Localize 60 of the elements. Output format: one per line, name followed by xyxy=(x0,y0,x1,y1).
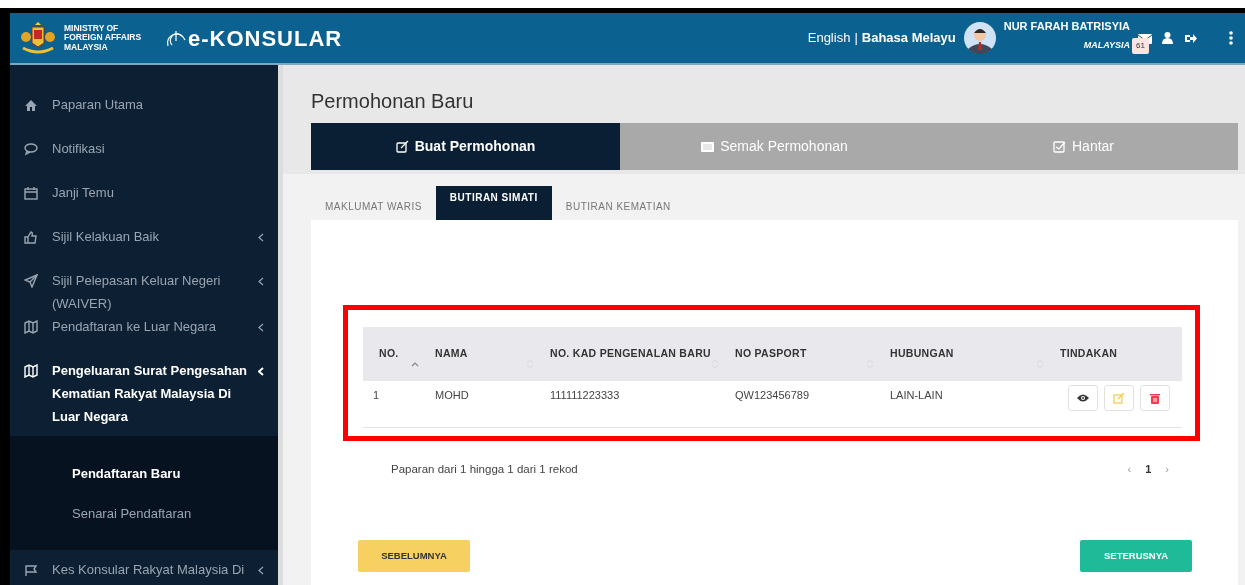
sidebar-item[interactable]: Janji Temu xyxy=(10,181,278,226)
table-cell: QW123456789 xyxy=(725,381,880,428)
more-menu-icon[interactable] xyxy=(1229,31,1233,46)
table-cell: 111111223333 xyxy=(540,381,725,428)
language-separator: | xyxy=(854,29,858,48)
sidebar-item[interactable]: Pendaftaran ke Luar Negara xyxy=(10,315,278,360)
sidebar-item[interactable]: Notifikasi xyxy=(10,137,278,182)
map-icon xyxy=(24,364,38,379)
check-square-icon xyxy=(1053,140,1066,154)
user-icon[interactable] xyxy=(1162,32,1173,45)
sidebar-item[interactable]: Sijil Kelakuan Baik xyxy=(10,225,278,270)
sidebar-item[interactable]: Pengeluaran Surat Pengesahan Kematian Rakyat Malaysia Di Luar Negara xyxy=(10,359,278,429)
table-cell: 1 xyxy=(363,381,425,428)
chat-icon xyxy=(24,142,38,157)
previous-button[interactable]: SEBELUMNYA xyxy=(358,540,470,573)
pagination-summary: Paparan dari 1 hingga 1 dari 1 rekod xyxy=(391,461,578,477)
pencil-square-icon xyxy=(1113,392,1125,404)
column-header[interactable]: NO. xyxy=(363,327,425,382)
plane-icon xyxy=(24,274,38,289)
form-tab[interactable]: BUTIRAN SIMATI xyxy=(435,186,552,221)
sidebar-item[interactable]: Kes Konsular Rakyat Malaysia Di xyxy=(10,558,278,585)
thumb-icon xyxy=(24,230,38,245)
avatar-icon xyxy=(963,22,996,55)
list-icon xyxy=(701,140,715,154)
home-icon xyxy=(24,98,38,113)
flag-icon xyxy=(24,563,38,578)
submenu-item[interactable]: Senarai Pendaftaran xyxy=(72,494,192,535)
eye-icon xyxy=(1077,392,1089,404)
ministry-name: MINISTRY OF FOREIGN AFFAIRS MALAYSIA xyxy=(64,23,143,53)
calendar-icon xyxy=(24,186,38,201)
user-name: NUR FARAH BATRISYIA xyxy=(1003,19,1130,35)
column-header[interactable]: NAMA xyxy=(425,327,540,382)
map-icon xyxy=(24,320,38,335)
globe-logo-icon xyxy=(166,29,186,48)
column-header: TINDAKAN xyxy=(1050,327,1182,382)
logout-icon[interactable] xyxy=(1185,32,1197,44)
sidebar-item[interactable]: Paparan Utama xyxy=(10,93,278,138)
page-link[interactable]: 1 xyxy=(1138,461,1159,478)
crest-emblem-icon xyxy=(20,21,56,56)
page-title: Permohonan Baru xyxy=(310,89,475,115)
user-country: MALAYSIA xyxy=(1083,38,1130,52)
step-tab[interactable]: Buat Permohonan xyxy=(311,123,620,171)
sidebar-item[interactable]: Sijil Pelepasan Keluar Negeri (WAIVER) xyxy=(10,269,278,316)
column-header[interactable]: NO PASPORT xyxy=(725,327,880,382)
submenu-item[interactable]: Pendaftaran Baru xyxy=(72,454,181,495)
view-button[interactable] xyxy=(1068,385,1098,412)
scrollbar[interactable] xyxy=(278,65,283,585)
trash-icon xyxy=(1149,392,1161,404)
language-link[interactable]: English xyxy=(807,28,851,48)
language-link[interactable]: Bahasa Melayu xyxy=(861,28,956,48)
column-header[interactable]: NO. KAD PENGENALAN BARU xyxy=(540,327,725,382)
form-tab[interactable]: BUTIRAN KEMATIAN xyxy=(551,186,685,221)
table-cell: MOHD xyxy=(425,381,540,428)
delete-button[interactable] xyxy=(1140,385,1170,412)
column-header[interactable]: HUBUNGAN xyxy=(880,327,1050,382)
table-cell: LAIN-LAIN xyxy=(880,381,1050,428)
pencil-square-icon xyxy=(395,140,409,154)
count-badge: 61 xyxy=(1132,38,1149,55)
app-name: e-KONSULAR xyxy=(188,24,343,53)
form-tab[interactable]: MAKLUMAT WARIS xyxy=(311,186,436,221)
